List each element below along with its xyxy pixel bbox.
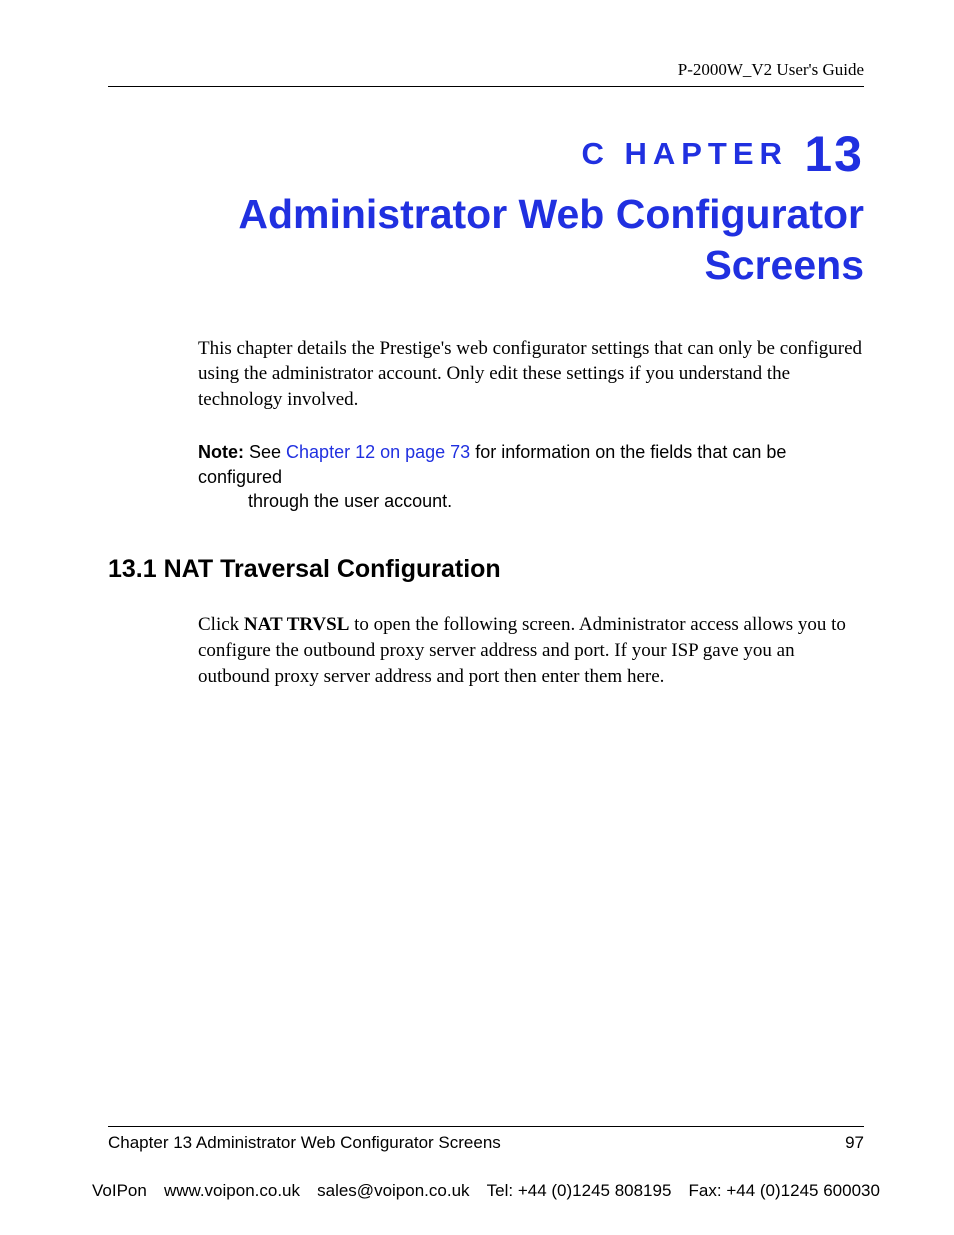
section-body-before: Click: [198, 614, 244, 635]
chapter-intro: This chapter details the Prestige's web …: [198, 336, 864, 413]
footer-website: www.voipon.co.uk: [164, 1181, 300, 1201]
chapter-title: Administrator Web Configurator Screens: [108, 189, 864, 292]
section-body: Click NAT TRVSL to open the following sc…: [198, 612, 864, 689]
note-text-before: See: [244, 442, 286, 462]
footer-page-number: 97: [845, 1133, 864, 1153]
footer-tel: Tel: +44 (0)1245 808195: [487, 1181, 672, 1201]
note-block: Note: See Chapter 12 on page 73 for info…: [198, 440, 864, 513]
note-link[interactable]: Chapter 12 on page 73: [286, 442, 470, 462]
footer-fax: Fax: +44 (0)1245 600030: [689, 1181, 880, 1201]
footer-email: sales@voipon.co.uk: [317, 1181, 469, 1201]
page-header: P-2000W_V2 User's Guide: [108, 60, 864, 87]
footer-chapter-ref: Chapter 13 Administrator Web Configurato…: [108, 1133, 501, 1153]
footer-bottom: VoIPon www.voipon.co.uk sales@voipon.co.…: [92, 1181, 880, 1201]
guide-name: P-2000W_V2 User's Guide: [678, 60, 864, 79]
chapter-label: C HAPTER 13: [108, 125, 864, 183]
chapter-label-text: C HAPTER: [581, 136, 787, 171]
note-label: Note:: [198, 442, 244, 462]
chapter-number: 13: [804, 126, 864, 182]
footer-top: Chapter 13 Administrator Web Configurato…: [108, 1126, 864, 1153]
section-heading: 13.1 NAT Traversal Configuration: [108, 555, 864, 584]
section-body-bold: NAT TRVSL: [244, 614, 349, 635]
note-line2: through the user account.: [248, 491, 452, 511]
footer-company: VoIPon: [92, 1181, 147, 1201]
